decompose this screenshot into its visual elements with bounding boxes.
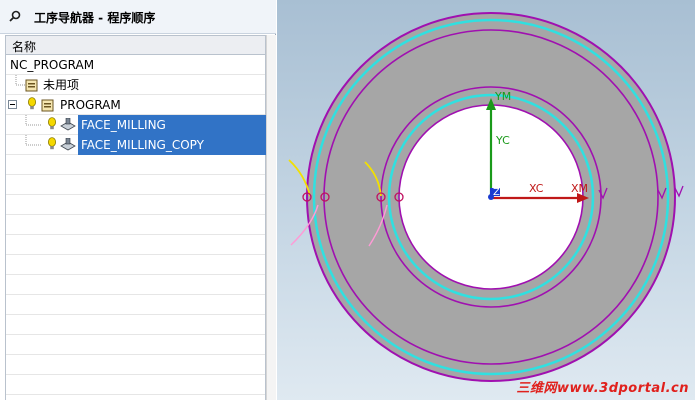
program-group-icon	[25, 79, 38, 92]
graphics-viewport[interactable]: YM YC ZM XC XM 三维网www.3dportal.cn	[277, 0, 695, 400]
navigator-title-bar: 工序导航器 - 程序顺序	[0, 0, 276, 34]
direction-marker	[674, 185, 684, 198]
empty-row	[6, 175, 265, 195]
empty-row	[6, 275, 265, 295]
empty-row	[6, 195, 265, 215]
status-bulb-icon	[28, 97, 36, 110]
tree-row-program[interactable]: PROGRAM	[6, 95, 265, 115]
program-group-icon	[41, 99, 54, 112]
status-bulb-icon	[48, 117, 56, 130]
axis-label-ym: YM	[494, 90, 511, 103]
axis-label-yc: YC	[495, 134, 510, 147]
tree-row-label: 未用项	[43, 78, 80, 92]
empty-row	[6, 255, 265, 275]
column-header-name[interactable]: 名称	[6, 36, 265, 55]
tree-connector-icon	[25, 135, 42, 146]
axis-label-xc: XC	[529, 182, 544, 195]
tree-row-unused-items[interactable]: 未用项	[6, 75, 265, 95]
tree-row-label: FACE_MILLING_COPY	[81, 138, 204, 152]
face-milling-operation-icon	[60, 118, 76, 131]
tree-row-label: FACE_MILLING	[81, 118, 166, 132]
empty-row	[6, 215, 265, 235]
column-header-label: 名称	[12, 40, 37, 54]
empty-row	[6, 315, 265, 335]
tree-row-face-milling-copy[interactable]: FACE_MILLING_COPY	[6, 135, 266, 155]
collapse-icon[interactable]	[8, 100, 17, 109]
selection-highlight: FACE_MILLING_COPY	[78, 135, 266, 155]
tree-connector-icon	[25, 115, 42, 126]
axis-label-xm: XM	[571, 182, 588, 195]
watermark: 三维网www.3dportal.cn	[516, 381, 689, 396]
panel-scrollbar[interactable]	[266, 35, 276, 400]
tree-row-label: NC_PROGRAM	[10, 58, 95, 72]
tree-row-nc-program[interactable]: NC_PROGRAM	[6, 55, 265, 75]
navigator-title: 工序导航器 - 程序顺序	[34, 11, 156, 25]
empty-row	[6, 335, 265, 355]
empty-row	[6, 235, 265, 255]
operation-tree[interactable]: 名称 NC_PROGRAM 未用项 PROGRAM FACE_MILLING F…	[5, 35, 266, 400]
empty-row	[6, 355, 265, 375]
empty-row	[6, 375, 265, 395]
pin-icon[interactable]	[8, 9, 22, 23]
operation-navigator-panel: 工序导航器 - 程序顺序 名称 NC_PROGRAM 未用项 PROGRAM F…	[0, 0, 276, 400]
status-bulb-icon	[48, 137, 56, 150]
face-milling-operation-icon	[60, 138, 76, 151]
part-model: YM YC ZM XC XM	[288, 12, 684, 382]
tree-row-label: PROGRAM	[60, 98, 121, 112]
tree-connector-icon	[15, 75, 26, 86]
tree-row-face-milling[interactable]: FACE_MILLING	[6, 115, 266, 135]
empty-row	[6, 295, 265, 315]
axis-label-zm: ZM	[493, 187, 508, 198]
selection-highlight: FACE_MILLING	[78, 115, 266, 135]
empty-row	[6, 155, 265, 175]
